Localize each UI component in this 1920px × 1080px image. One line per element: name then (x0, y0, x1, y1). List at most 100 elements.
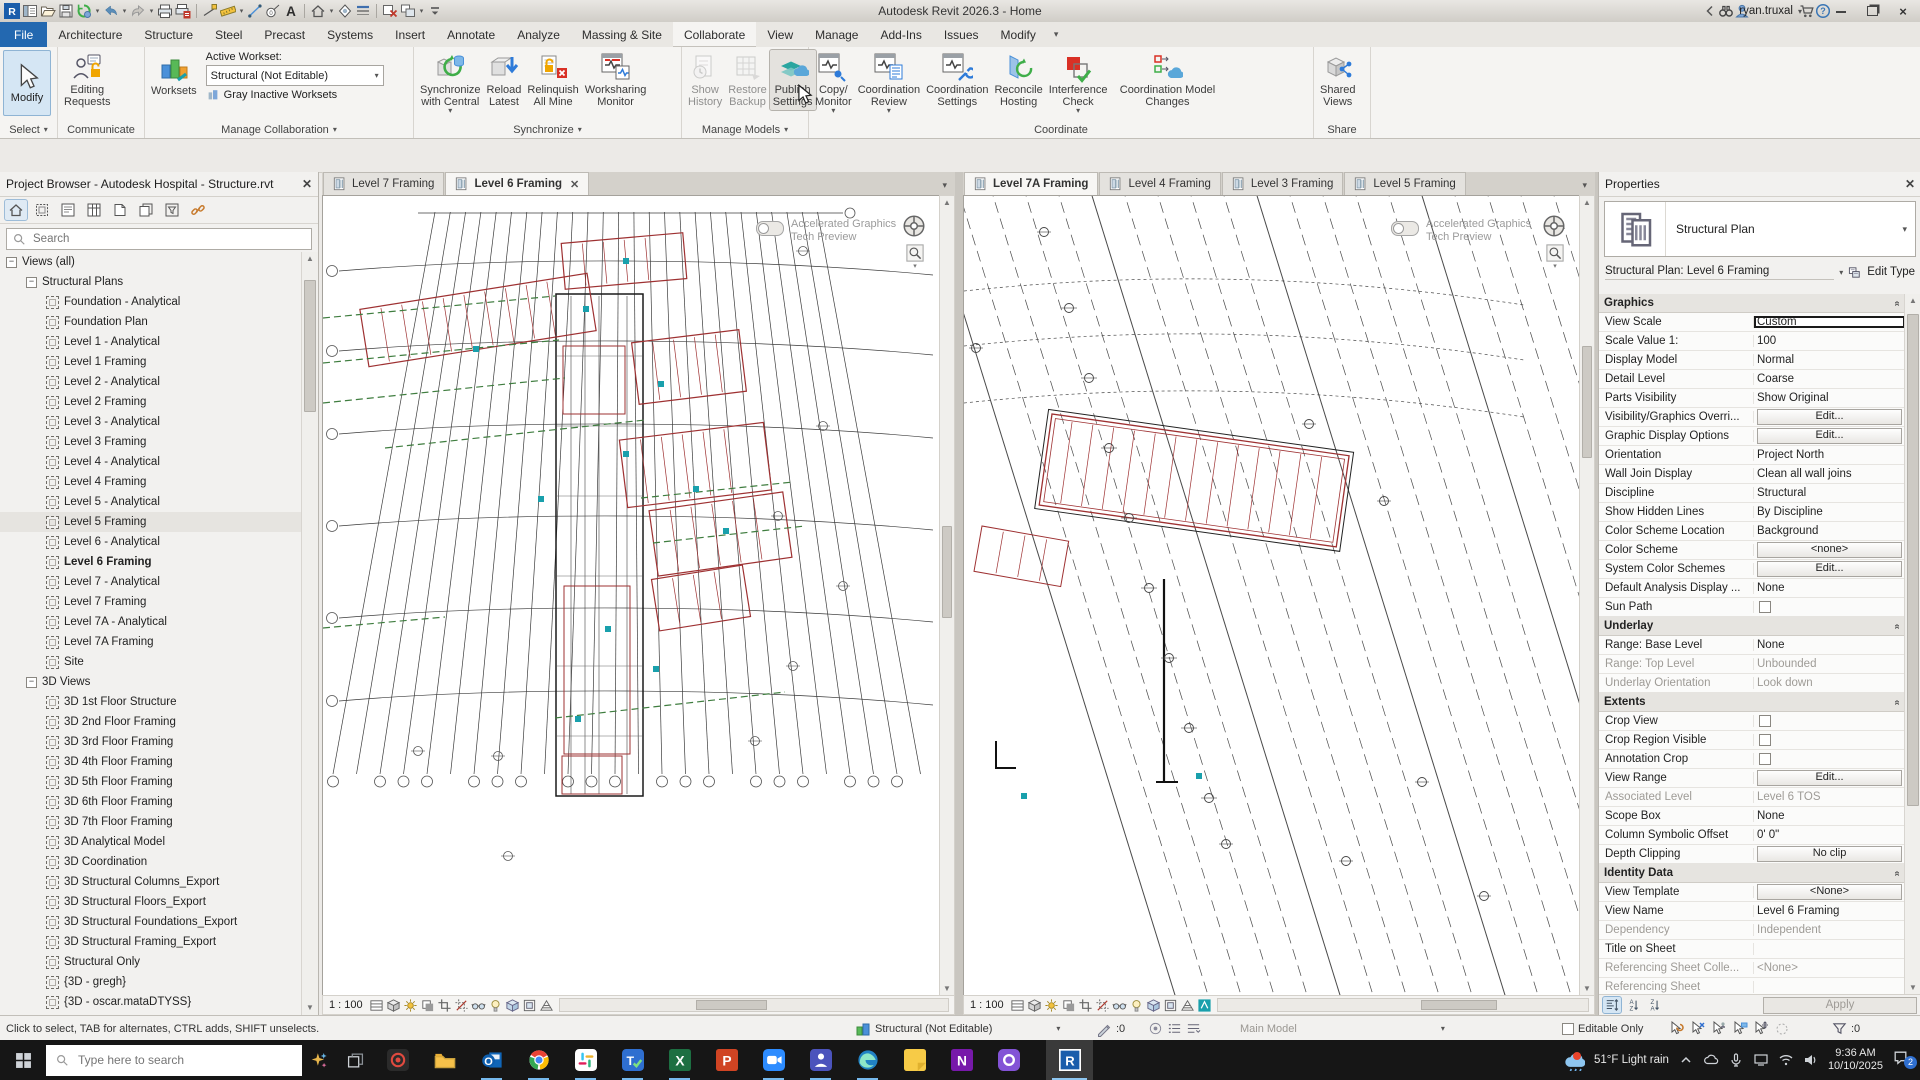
section-header-identity-data[interactable]: Identity Data« (1599, 864, 1905, 883)
start-button[interactable] (0, 1040, 46, 1080)
coordination-review-button[interactable]: CoordinationReview▾ (855, 50, 923, 116)
status-workset-dropdown[interactable]: Structural (Not Editable)▾ (855, 1016, 1060, 1041)
section-header-underlay[interactable]: Underlay« (1599, 617, 1905, 636)
property-value[interactable]: Structural (1754, 487, 1905, 499)
ribbon-tab-structure[interactable]: Structure (133, 22, 204, 47)
property-value[interactable]: 0' 0" (1754, 829, 1905, 841)
panel-label-synchronize[interactable]: Synchronize▾ (414, 121, 681, 138)
tree-item-level-1-analytical[interactable]: Level 1 - Analytical (0, 332, 302, 352)
binoculars-icon[interactable] (1718, 3, 1734, 19)
collapse-icon[interactable]: − (26, 277, 37, 288)
copilot-button[interactable] (302, 1040, 336, 1080)
ribbon-tab-view[interactable]: View (756, 22, 804, 47)
view-tab-list-caret[interactable]: ▾ (1574, 180, 1595, 195)
excel-app-icon[interactable]: X (656, 1040, 703, 1080)
qat-view-marker-icon[interactable] (337, 3, 353, 19)
editable-only-checkbox[interactable] (1562, 1023, 1574, 1035)
property-value[interactable]: Normal (1754, 354, 1905, 366)
ribbon-tab-issues[interactable]: Issues (933, 22, 990, 47)
tree-item-level-6-analytical[interactable]: Level 6 - Analytical (0, 532, 302, 552)
tree-item-3d-2nd-floor-framing[interactable]: 3D 2nd Floor Framing (0, 712, 302, 732)
view-tab-level-7-framing[interactable]: Level 7 Framing (323, 172, 444, 195)
vertical-scrollbar-right[interactable]: ▲ ▼ (1579, 195, 1595, 997)
property-value[interactable]: By Discipline (1754, 506, 1905, 518)
viewbar-cropoff-icon[interactable] (1095, 998, 1110, 1013)
tree-item-level-7-analytical[interactable]: Level 7 - Analytical (0, 572, 302, 592)
viewbar-grid-icon[interactable] (1010, 998, 1025, 1013)
section-header-extents[interactable]: Extents« (1599, 693, 1905, 712)
qat-thin-lines-icon[interactable] (355, 3, 371, 19)
collapse-icon[interactable]: − (26, 677, 37, 688)
viewbar-shadow-icon[interactable] (420, 998, 435, 1013)
close-view-icon[interactable]: ✕ (570, 178, 579, 191)
accelerated-graphics-toggle[interactable] (1391, 221, 1419, 236)
viewbar-glasses-icon[interactable] (471, 998, 486, 1013)
property-edit-button[interactable]: <none> (1757, 542, 1902, 558)
ppt-app-icon[interactable]: P (703, 1040, 750, 1080)
property-value[interactable]: Show Original (1754, 392, 1905, 404)
section-collapse-icon[interactable]: « (1892, 623, 1903, 629)
sort-default-icon[interactable] (1603, 997, 1621, 1013)
viewbar-shadow-icon[interactable] (1061, 998, 1076, 1013)
steering-wheel-icon[interactable] (1542, 214, 1566, 238)
property-value[interactable]: Edit... (1754, 409, 1905, 425)
drawing-area-left[interactable]: Accelerated GraphicsTech Preview ▾ (322, 195, 941, 997)
qat-dropdown-caret[interactable]: ▾ (94, 7, 101, 15)
property-edit-button[interactable]: Edit... (1757, 561, 1902, 577)
slack-app-icon[interactable] (562, 1040, 609, 1080)
camera-app-icon[interactable] (374, 1040, 421, 1080)
tree-item-3d-7th-floor-framing[interactable]: 3D 7th Floor Framing (0, 812, 302, 832)
qat-print-setup-icon[interactable] (175, 3, 191, 19)
status-filter[interactable]: :0 (1832, 1016, 1860, 1041)
qat-ui-toggle-icon[interactable] (22, 3, 38, 19)
qat-close-inactive-icon[interactable] (382, 3, 398, 19)
tree-item-structural-only[interactable]: Structural Only (0, 952, 302, 972)
property-value[interactable]: 100 (1754, 335, 1905, 347)
reload-latest-button[interactable]: ReloadLatest (484, 50, 525, 110)
select-linkcur[interactable] (1668, 1020, 1685, 1037)
taskbar-search-input[interactable] (76, 1052, 293, 1068)
edge-app-icon[interactable] (844, 1040, 891, 1080)
drawing-canvas-left[interactable] (323, 196, 941, 997)
panel-label-select[interactable]: Select▾ (0, 121, 57, 138)
viewbar-box-icon[interactable] (1163, 998, 1178, 1013)
view-tab-level-3-framing[interactable]: Level 3 Framing (1222, 172, 1343, 195)
tree-item-3d-coordination[interactable]: 3D Coordination (0, 852, 302, 872)
ribbon-tab-insert[interactable]: Insert (384, 22, 436, 47)
property-value[interactable]: Background (1754, 525, 1905, 537)
property-value[interactable]: Edit... (1754, 561, 1905, 577)
qat-print-icon[interactable] (157, 3, 173, 19)
ribbon-tab-collaborate[interactable]: Collaborate (673, 22, 756, 47)
qat-revit-logo-icon[interactable]: R (4, 3, 20, 19)
cart-icon[interactable] (1799, 3, 1815, 19)
pb-tool-sheets[interactable] (57, 200, 79, 220)
project-browser-close-icon[interactable]: ✕ (302, 177, 312, 191)
viewbar-sun-icon[interactable] (403, 998, 418, 1013)
panel-label-manage-models[interactable]: Manage Models▾ (682, 121, 808, 138)
tree-item-foundation-analytical[interactable]: Foundation - Analytical (0, 292, 302, 312)
task-view-button[interactable] (336, 1040, 374, 1080)
instance-selector-caret[interactable]: ▾ (1839, 268, 1843, 277)
instance-selector[interactable]: Structural Plan: Level 6 Framing (1605, 265, 1834, 280)
viewbar-net-icon[interactable] (1180, 998, 1195, 1013)
property-edit-button[interactable]: <None> (1757, 884, 1902, 900)
split-button-caret[interactable]: ▾ (448, 108, 452, 114)
qat-dropdown-caret[interactable]: ▾ (148, 7, 155, 15)
panel-label-coordinate[interactable]: Coordinate (809, 121, 1313, 138)
viewbar-bulb-icon[interactable] (488, 998, 503, 1013)
signed-in-user[interactable]: ryan.truxal (1739, 5, 1793, 17)
reconcile-hosting-button[interactable]: ReconcileHosting (991, 50, 1045, 110)
tree-item-level-7a-framing[interactable]: Level 7A Framing (0, 632, 302, 652)
viewport-splitter[interactable] (955, 172, 963, 1015)
apply-button[interactable]: Apply (1763, 997, 1917, 1014)
restore-button[interactable] (1859, 3, 1885, 19)
property-value[interactable]: <none> (1754, 542, 1905, 558)
qat-switch-windows-icon[interactable] (400, 3, 416, 19)
ribbon-tab-modify[interactable]: Modify (990, 22, 1047, 47)
pb-tool-panel[interactable] (109, 200, 131, 220)
ribbon-tab-annotate[interactable]: Annotate (436, 22, 506, 47)
project-browser-search[interactable] (6, 228, 312, 250)
tree-item-3d-5th-floor-framing[interactable]: 3D 5th Floor Framing (0, 772, 302, 792)
view-tab-level-5-framing[interactable]: Level 5 Framing (1344, 172, 1465, 195)
ribbon-tab-overflow-caret[interactable]: ▾ (1047, 22, 1066, 47)
